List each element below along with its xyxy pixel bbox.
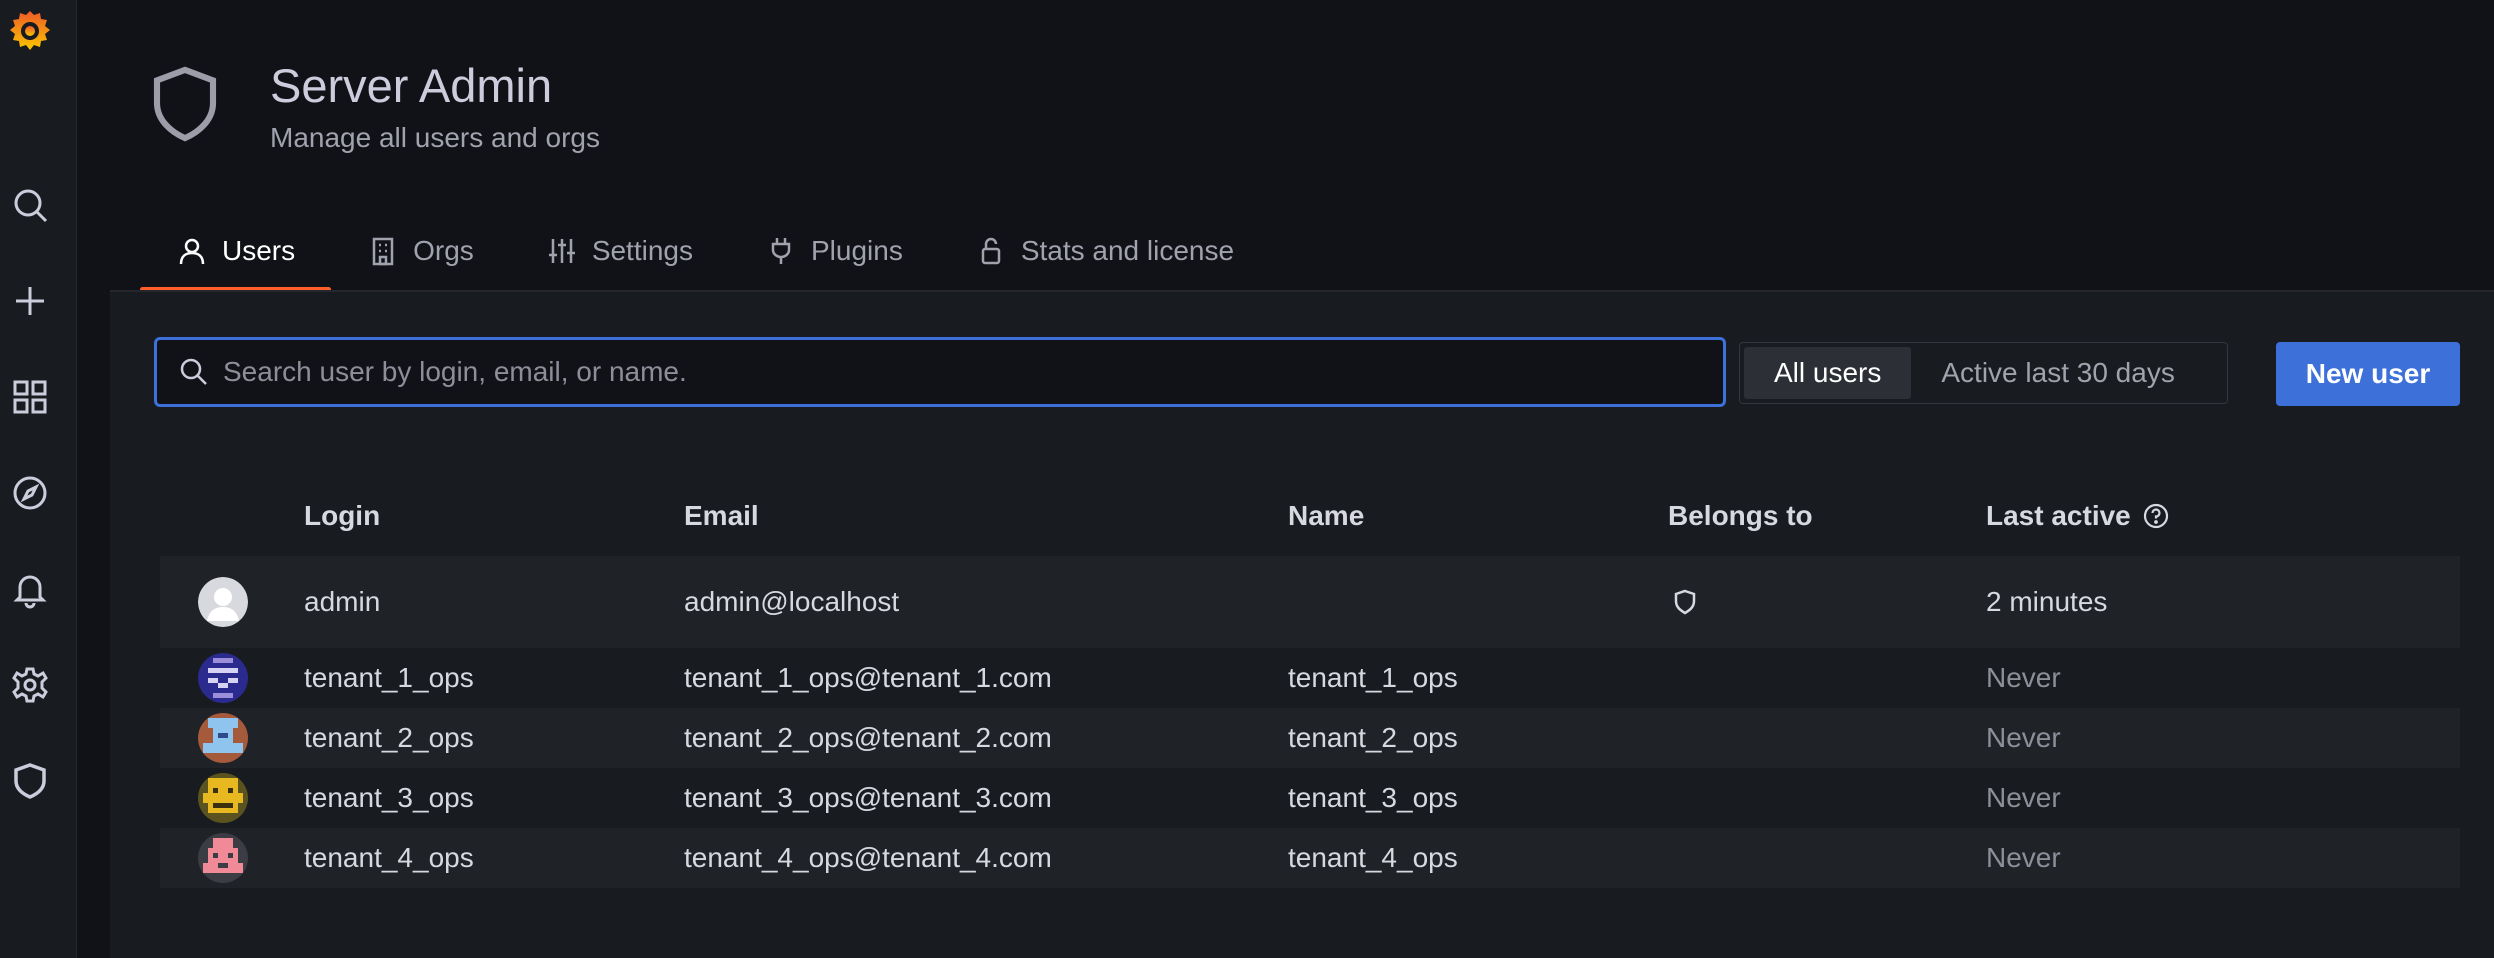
cell-last-active: Never <box>1986 662 2061 693</box>
users-panel: All users Active last 30 days New user L… <box>110 292 2494 958</box>
avatar <box>198 577 248 627</box>
grafana-logo-icon[interactable] <box>5 5 55 61</box>
plus-icon[interactable] <box>7 278 53 324</box>
cell-email: tenant_1_ops@tenant_1.com <box>684 662 1052 693</box>
cell-login: tenant_4_ops <box>304 842 474 873</box>
gear-icon[interactable] <box>7 662 53 708</box>
shield-icon <box>150 64 230 154</box>
table-row[interactable]: tenant_1_ops tenant_1_ops@tenant_1.com t… <box>160 648 2460 708</box>
tab-plugins[interactable]: Plugins <box>729 220 939 292</box>
cell-last-active: Never <box>1986 842 2061 873</box>
column-label: Last active <box>1986 500 2131 531</box>
cell-name: tenant_4_ops <box>1288 842 1458 873</box>
tab-label: Settings <box>591 235 693 266</box>
cell-login: admin <box>304 586 381 617</box>
cell-name: tenant_2_ops <box>1288 722 1458 753</box>
avatar <box>198 773 248 823</box>
table-row[interactable]: tenant_3_ops tenant_3_ops@tenant_3.com t… <box>160 768 2460 828</box>
new-user-button[interactable]: New user <box>2276 342 2460 406</box>
sliders-icon <box>548 239 575 263</box>
dashboards-icon[interactable] <box>7 374 53 420</box>
cell-email: admin@localhost <box>684 586 900 617</box>
table-row[interactable]: tenant_4_ops tenant_4_ops@tenant_4.com t… <box>160 828 2460 888</box>
avatar <box>198 653 248 703</box>
explore-compass-icon[interactable] <box>7 470 53 516</box>
cell-email: tenant_4_ops@tenant_4.com <box>684 842 1052 873</box>
admin-tabs: Users Orgs Settings Plugins Stats and li… <box>140 220 1270 292</box>
user-icon <box>179 238 205 265</box>
cell-login: tenant_2_ops <box>304 722 474 753</box>
cell-name: tenant_3_ops <box>1288 782 1458 813</box>
table-header: Login Email Name Belongs to Last active <box>160 476 2460 556</box>
page-title: Server Admin <box>270 59 553 112</box>
search-icon <box>180 358 207 385</box>
users-table: Login Email Name Belongs to Last active … <box>160 476 2460 888</box>
help-circle-icon[interactable] <box>2141 501 2171 531</box>
tab-label: Users <box>222 235 296 266</box>
search-box <box>154 337 1726 407</box>
shield-icon[interactable] <box>7 758 53 804</box>
column-login[interactable]: Login <box>304 476 380 556</box>
avatar <box>198 713 248 763</box>
sidebar <box>0 0 77 958</box>
table-row[interactable]: admin admin@localhost 2 minutes <box>160 556 2460 648</box>
cell-last-active: Never <box>1986 782 2061 813</box>
tab-orgs[interactable]: Orgs <box>331 220 510 292</box>
cell-last-active: Never <box>1986 722 2061 753</box>
tab-label: Stats and license <box>1020 235 1235 266</box>
table-row[interactable]: tenant_2_ops tenant_2_ops@tenant_2.com t… <box>160 708 2460 768</box>
search-icon[interactable] <box>7 182 53 228</box>
tab-label: Plugins <box>810 235 903 266</box>
filter-all-users[interactable]: All users <box>1744 347 1912 399</box>
tab-label: Orgs <box>413 235 474 266</box>
cell-name: tenant_1_ops <box>1288 662 1458 693</box>
plug-icon <box>771 238 791 264</box>
filter-active-last-30-days[interactable]: Active last 30 days <box>1911 347 2204 399</box>
building-icon <box>372 237 394 266</box>
shield-icon <box>1670 556 1700 648</box>
column-email[interactable]: Email <box>684 476 759 556</box>
search-input[interactable] <box>223 356 1623 388</box>
cell-login: tenant_3_ops <box>304 782 474 813</box>
user-filter-toggle: All users Active last 30 days <box>1739 342 2228 404</box>
column-last-active[interactable]: Last active <box>1986 476 2171 556</box>
cell-email: tenant_3_ops@tenant_3.com <box>684 782 1052 813</box>
column-name[interactable]: Name <box>1288 476 1364 556</box>
cell-email: tenant_2_ops@tenant_2.com <box>684 722 1052 753</box>
cell-last-active: 2 minutes <box>1986 586 2108 617</box>
cell-login: tenant_1_ops <box>304 662 474 693</box>
tab-stats-and-license[interactable]: Stats and license <box>939 220 1270 292</box>
tab-settings[interactable]: Settings <box>510 220 729 292</box>
avatar <box>198 833 248 883</box>
page-subtitle: Manage all users and orgs <box>270 122 600 153</box>
lock-icon <box>981 237 1001 265</box>
column-belongs-to[interactable]: Belongs to <box>1668 476 1813 556</box>
tab-users[interactable]: Users <box>140 220 332 292</box>
bell-icon[interactable] <box>7 566 53 612</box>
